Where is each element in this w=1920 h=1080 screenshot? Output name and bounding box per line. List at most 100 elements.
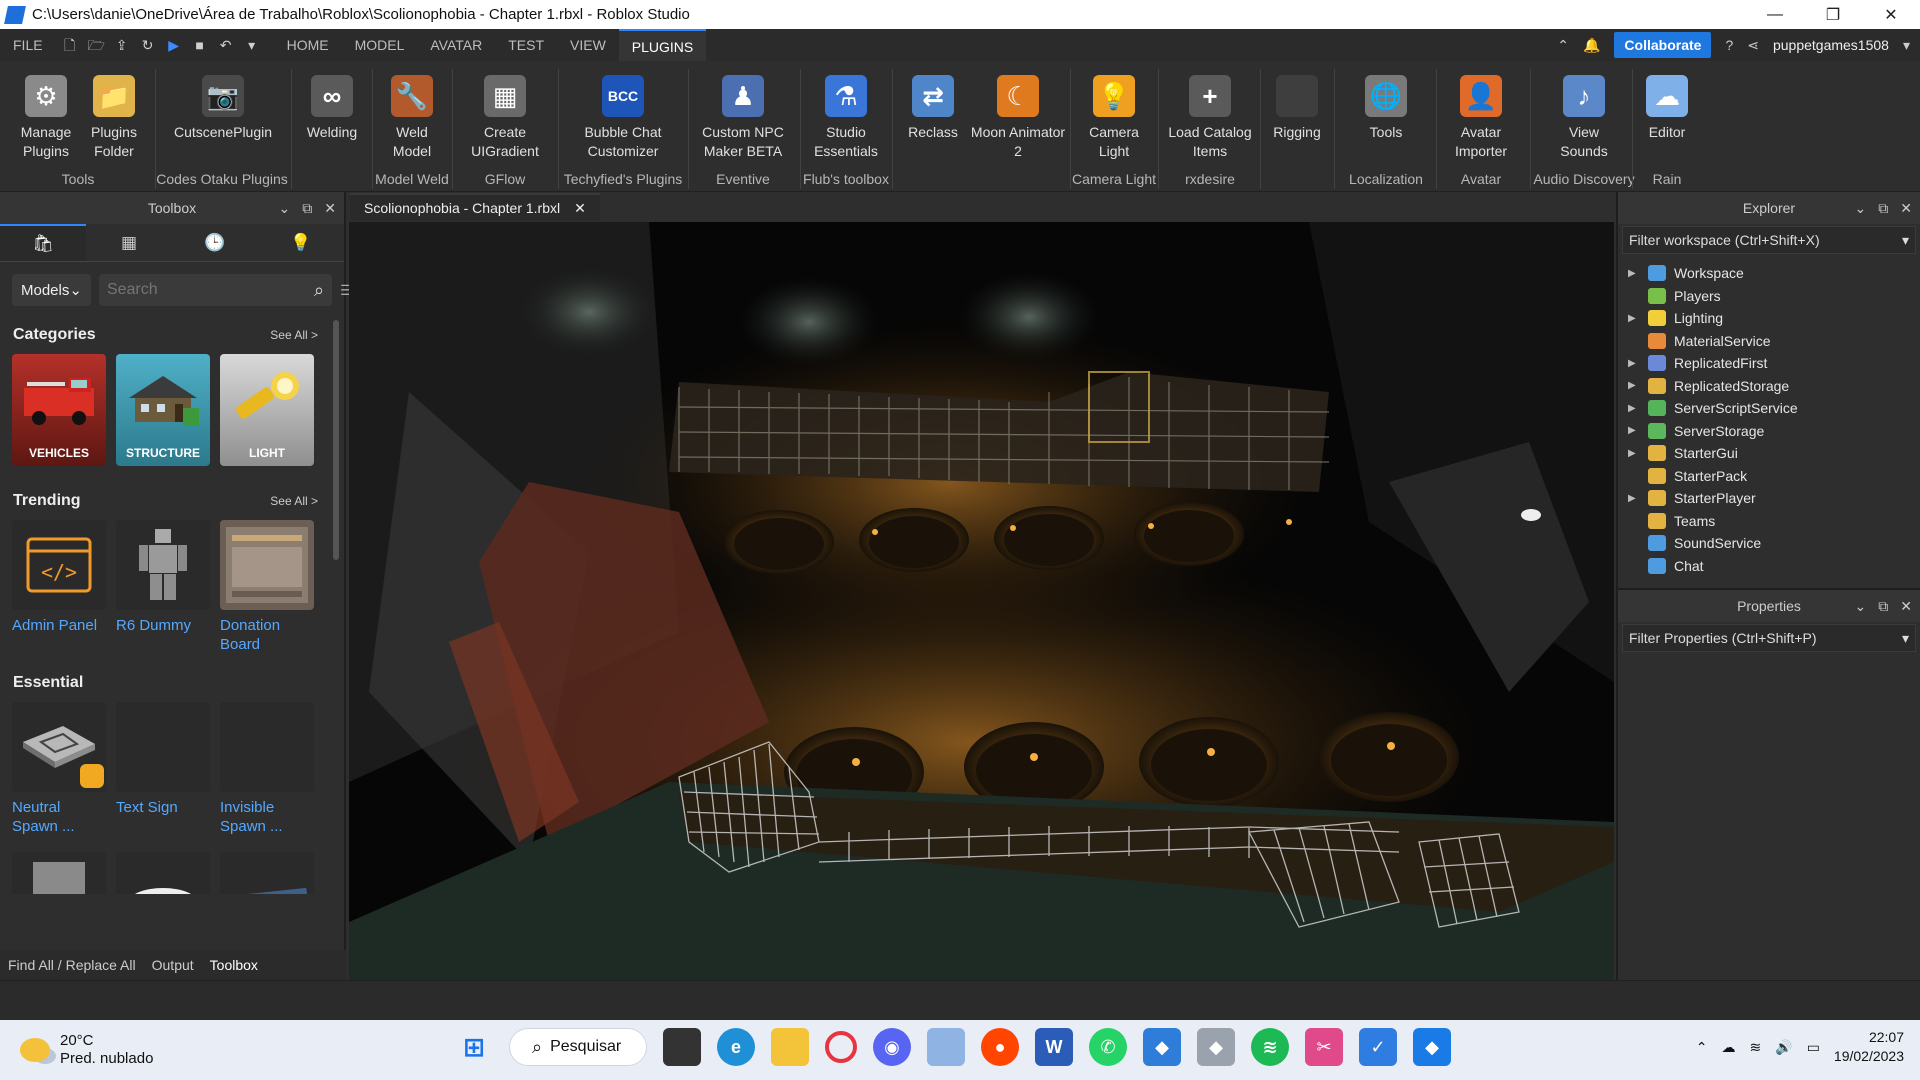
tab-recent[interactable]: 🕒 — [172, 224, 258, 261]
ribbon-button-4[interactable]: 🔧 Weld Model — [377, 61, 447, 173]
collaborate-button[interactable]: Collaborate — [1614, 32, 1712, 58]
ribbon-button-9[interactable]: ⇄ Reclass — [898, 61, 968, 173]
user-name[interactable]: puppetgames1508 — [1773, 37, 1889, 53]
categories-see-all-link[interactable]: See All > — [270, 328, 318, 342]
close-window-icon[interactable]: ✕ — [1862, 0, 1920, 29]
menu-test[interactable]: TEST — [495, 29, 557, 61]
tab-toolbox[interactable]: Toolbox — [210, 957, 258, 973]
tab-find-all[interactable]: Find All / Replace All — [8, 957, 136, 973]
customize-quick-access-icon[interactable]: ▾ — [244, 37, 260, 53]
chevron-down-icon[interactable]: ▾ — [1902, 232, 1909, 249]
close-icon[interactable]: ✕ — [1900, 598, 1912, 615]
minimize-icon[interactable]: — — [1746, 0, 1804, 29]
ribbon-button-15[interactable]: 👤 Avatar Importer — [1441, 61, 1521, 173]
battery-icon[interactable]: ▭ — [1807, 1039, 1820, 1056]
undo-icon[interactable]: ↶ — [218, 37, 234, 53]
search-icon[interactable]: ⌕ — [314, 280, 324, 301]
ribbon-button-1[interactable]: 📁 Plugins Folder — [79, 61, 149, 173]
whatsapp-icon[interactable]: ✆ — [1089, 1028, 1127, 1066]
category-light[interactable]: LIGHT — [220, 354, 314, 466]
undock-icon[interactable]: ⧉ — [302, 200, 312, 217]
stop-icon[interactable]: ■ — [192, 37, 208, 53]
asset-admin-panel[interactable]: </> Admin Panel — [12, 520, 106, 656]
tab-creations[interactable]: 💡 — [258, 224, 344, 261]
asset-invisible-spawn[interactable]: Invisible Spawn ... — [220, 702, 314, 838]
task-view-icon[interactable] — [663, 1028, 701, 1066]
toolbox-scrollbar[interactable] — [333, 320, 339, 560]
opera-icon[interactable] — [825, 1031, 857, 1063]
3d-viewport[interactable] — [349, 222, 1614, 980]
expand-arrow-icon[interactable]: ▶ — [1628, 380, 1648, 391]
chevron-down-icon[interactable]: ⌄ — [279, 200, 291, 217]
expand-arrow-icon[interactable]: ▶ — [1628, 493, 1648, 504]
explorer-node-materialservice[interactable]: MaterialService — [1618, 330, 1920, 353]
ribbon-button-11[interactable]: 💡 Camera Light — [1079, 61, 1149, 173]
explorer-node-startergui[interactable]: ▶ StarterGui — [1618, 442, 1920, 465]
ribbon-button-5[interactable]: ▦ Create UIGradient — [465, 61, 545, 173]
explorer-node-replicatedstorage[interactable]: ▶ ReplicatedStorage — [1618, 375, 1920, 398]
new-file-icon[interactable]: 🗋 — [62, 37, 78, 53]
explorer-filter[interactable]: Filter workspace (Ctrl+Shift+X) ▾ — [1622, 226, 1916, 254]
close-tab-icon[interactable]: ✕ — [574, 200, 586, 217]
reddit-icon[interactable]: ● — [981, 1028, 1019, 1066]
expand-arrow-icon[interactable]: ▶ — [1628, 425, 1648, 436]
undock-icon[interactable]: ⧉ — [1878, 598, 1888, 615]
help-icon[interactable]: ? — [1725, 37, 1733, 53]
expand-arrow-icon[interactable]: ▶ — [1628, 268, 1648, 279]
ribbon-button-6[interactable]: BCC Bubble Chat Customizer — [573, 61, 673, 173]
volume-icon[interactable]: 🔊 — [1775, 1039, 1792, 1056]
remote-desktop-icon[interactable] — [927, 1028, 965, 1066]
asset-donation-board[interactable]: Donation Board — [220, 520, 314, 656]
explorer-node-lighting[interactable]: ▶ Lighting — [1618, 307, 1920, 330]
play-icon[interactable]: ▶ — [166, 37, 182, 53]
ribbon-button-3[interactable]: ∞ Welding — [297, 61, 367, 173]
ribbon-button-12[interactable]: + Load Catalog Items — [1160, 61, 1260, 173]
ribbon-button-2[interactable]: 📷 CutscenePlugin — [168, 61, 278, 173]
ribbon-button-0[interactable]: ⚙ Manage Plugins — [11, 61, 81, 173]
category-vehicles[interactable]: VEHICLES — [12, 354, 106, 466]
tab-inventory[interactable]: ▦ — [86, 224, 172, 261]
ribbon-button-8[interactable]: ⚗ Studio Essentials — [806, 61, 886, 173]
weather-widget[interactable]: 20°C Pred. nublado — [20, 1032, 153, 1068]
clock[interactable]: 22:07 19/02/2023 — [1834, 1028, 1904, 1066]
roblox-studio-active-icon[interactable]: ◆ — [1413, 1028, 1451, 1066]
discord-icon[interactable]: ◉ — [873, 1028, 911, 1066]
menu-avatar[interactable]: AVATAR — [417, 29, 495, 61]
explorer-node-soundservice[interactable]: SoundService — [1618, 532, 1920, 555]
ribbon-button-17[interactable]: ☁ Editor — [1632, 61, 1702, 173]
word-icon[interactable]: W — [1035, 1028, 1073, 1066]
tab-output[interactable]: Output — [152, 957, 194, 973]
file-explorer-icon[interactable] — [771, 1028, 809, 1066]
wifi-icon[interactable]: ≋ — [1750, 1039, 1762, 1056]
roblox-studio-taskbar-icon[interactable]: ◆ — [1143, 1028, 1181, 1066]
explorer-node-replicatedfirst[interactable]: ▶ ReplicatedFirst — [1618, 352, 1920, 375]
asset-text-sign[interactable]: Text Sign — [116, 702, 210, 838]
restore-icon[interactable]: ❐ — [1804, 0, 1862, 29]
menu-model[interactable]: MODEL — [342, 29, 418, 61]
search-input[interactable] — [106, 281, 314, 299]
chevron-down-icon[interactable]: ▾ — [1902, 630, 1909, 647]
ribbon-button-10[interactable]: ☾ Moon Animator 2 — [963, 61, 1073, 173]
snipping-tool-icon[interactable]: ✂ — [1305, 1028, 1343, 1066]
undock-icon[interactable]: ⧉ — [1878, 200, 1888, 217]
redo-icon[interactable]: ↻ — [140, 37, 156, 53]
explorer-node-starterplayer[interactable]: ▶ StarterPlayer — [1618, 487, 1920, 510]
asset-type-dropdown[interactable]: Models ⌄ — [12, 274, 91, 306]
category-structure[interactable]: STRUCTURE — [116, 354, 210, 466]
expand-arrow-icon[interactable]: ▶ — [1628, 448, 1648, 459]
ribbon-button-16[interactable]: ♪ View Sounds — [1544, 61, 1624, 173]
open-file-icon[interactable]: 🗁 — [88, 37, 105, 53]
notifications-icon[interactable]: 🔔 — [1583, 37, 1600, 54]
properties-filter[interactable]: Filter Properties (Ctrl+Shift+P) ▾ — [1622, 624, 1916, 652]
explorer-node-workspace[interactable]: ▶ Workspace — [1618, 262, 1920, 285]
expand-arrow-icon[interactable]: ▶ — [1628, 358, 1648, 369]
windows-start-icon[interactable]: ⊞ — [455, 1028, 493, 1066]
spotify-icon[interactable]: ≋ — [1251, 1028, 1289, 1066]
expand-arrow-icon[interactable]: ▶ — [1628, 313, 1648, 324]
chevron-down-icon[interactable]: ⌄ — [1855, 200, 1867, 217]
onedrive-icon[interactable]: ☁ — [1722, 1039, 1736, 1056]
explorer-node-teams[interactable]: Teams — [1618, 510, 1920, 533]
asset-neutral-spawn[interactable]: Neutral Spawn ... — [12, 702, 106, 838]
ribbon-button-14[interactable]: 🌐 Tools — [1351, 61, 1421, 173]
roblox-icon[interactable]: ◆ — [1197, 1028, 1235, 1066]
